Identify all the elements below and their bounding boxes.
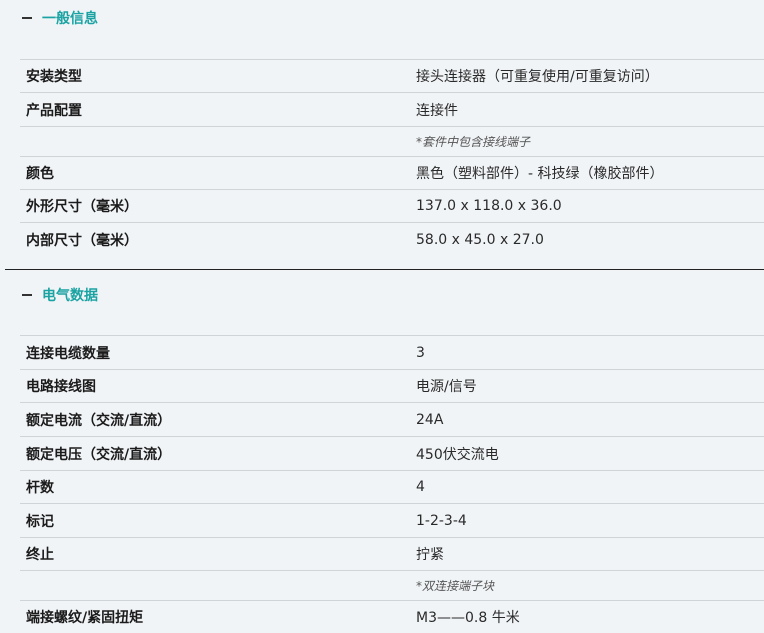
row-label: 电路接线图 xyxy=(26,379,96,395)
row-note: *双连接端子块 xyxy=(416,579,495,593)
row-value: 电源/信号 xyxy=(416,379,477,395)
row-label: 标记 xyxy=(26,513,54,530)
row-label: 颜色 xyxy=(26,166,54,182)
row-value: 3 xyxy=(416,344,425,361)
section-divider xyxy=(5,269,764,270)
row-value: M3——0.8 牛米 xyxy=(416,610,520,626)
electrical-data-table: 连接电缆数量 3 电路接线图 电源/信号 额定电流（交流/直流） 24A 额定电… xyxy=(20,335,764,633)
row-label: 连接电缆数量 xyxy=(26,345,110,362)
table-row: 杆数 4 xyxy=(20,471,764,504)
row-value: 1-2-3-4 xyxy=(416,512,467,529)
row-value: 4 xyxy=(416,479,425,495)
row-value: 拧紧 xyxy=(416,547,444,563)
collapse-icon[interactable] xyxy=(22,17,32,19)
table-row: 额定电压（交流/直流） 450伏交流电 xyxy=(20,437,764,471)
row-value: 58.0 x 45.0 x 27.0 xyxy=(416,231,544,248)
table-row: 外形尺寸（毫米） 137.0 x 118.0 x 36.0 xyxy=(20,190,764,223)
general-info-table: 安装类型 接头连接器（可重复使用/可重复访问） 产品配置 连接件 *套件中包含接… xyxy=(20,59,764,256)
row-value: 黑色（塑料部件）- 科技绿（橡胶部件） xyxy=(416,166,664,182)
table-row: 产品配置 连接件 xyxy=(20,93,764,127)
table-row-note: *套件中包含接线端子 xyxy=(20,127,764,157)
row-value: 137.0 x 118.0 x 36.0 xyxy=(416,198,562,214)
row-label: 额定电流（交流/直流） xyxy=(26,412,172,429)
table-row: 内部尺寸（毫米） 58.0 x 45.0 x 27.0 xyxy=(20,223,764,256)
row-label: 额定电压（交流/直流） xyxy=(26,446,172,463)
row-value: 连接件 xyxy=(416,102,458,119)
row-note: *套件中包含接线端子 xyxy=(416,135,531,149)
row-value: 接头连接器（可重复使用/可重复访问） xyxy=(416,69,659,85)
section-title: 电气数据 xyxy=(42,288,98,304)
row-label: 端接螺纹/紧固扭矩 xyxy=(26,610,144,626)
table-row: 额定电流（交流/直流） 24A xyxy=(20,403,764,437)
section-header-electrical[interactable]: 电气数据 xyxy=(22,283,98,307)
table-row: 终止 拧紧 xyxy=(20,538,764,571)
table-row: 标记 1-2-3-4 xyxy=(20,504,764,538)
row-label: 终止 xyxy=(26,547,54,563)
section-header-general[interactable]: 一般信息 xyxy=(22,6,98,30)
section-title: 一般信息 xyxy=(42,11,98,27)
row-label: 安装类型 xyxy=(26,69,82,85)
row-label: 杆数 xyxy=(26,480,54,496)
table-row: 颜色 黑色（塑料部件）- 科技绿（橡胶部件） xyxy=(20,157,764,190)
row-label: 内部尺寸（毫米） xyxy=(26,232,138,249)
row-value: 450伏交流电 xyxy=(416,446,499,463)
collapse-icon[interactable] xyxy=(22,294,32,296)
row-label: 外形尺寸（毫米） xyxy=(26,199,138,215)
row-value: 24A xyxy=(416,411,444,428)
table-row: 连接电缆数量 3 xyxy=(20,335,764,370)
table-row: 安装类型 接头连接器（可重复使用/可重复访问） xyxy=(20,59,764,93)
row-label: 产品配置 xyxy=(26,102,82,119)
table-row: 端接螺纹/紧固扭矩 M3——0.8 牛米 xyxy=(20,601,764,633)
table-row: 电路接线图 电源/信号 xyxy=(20,370,764,403)
table-row-note: *双连接端子块 xyxy=(20,571,764,601)
